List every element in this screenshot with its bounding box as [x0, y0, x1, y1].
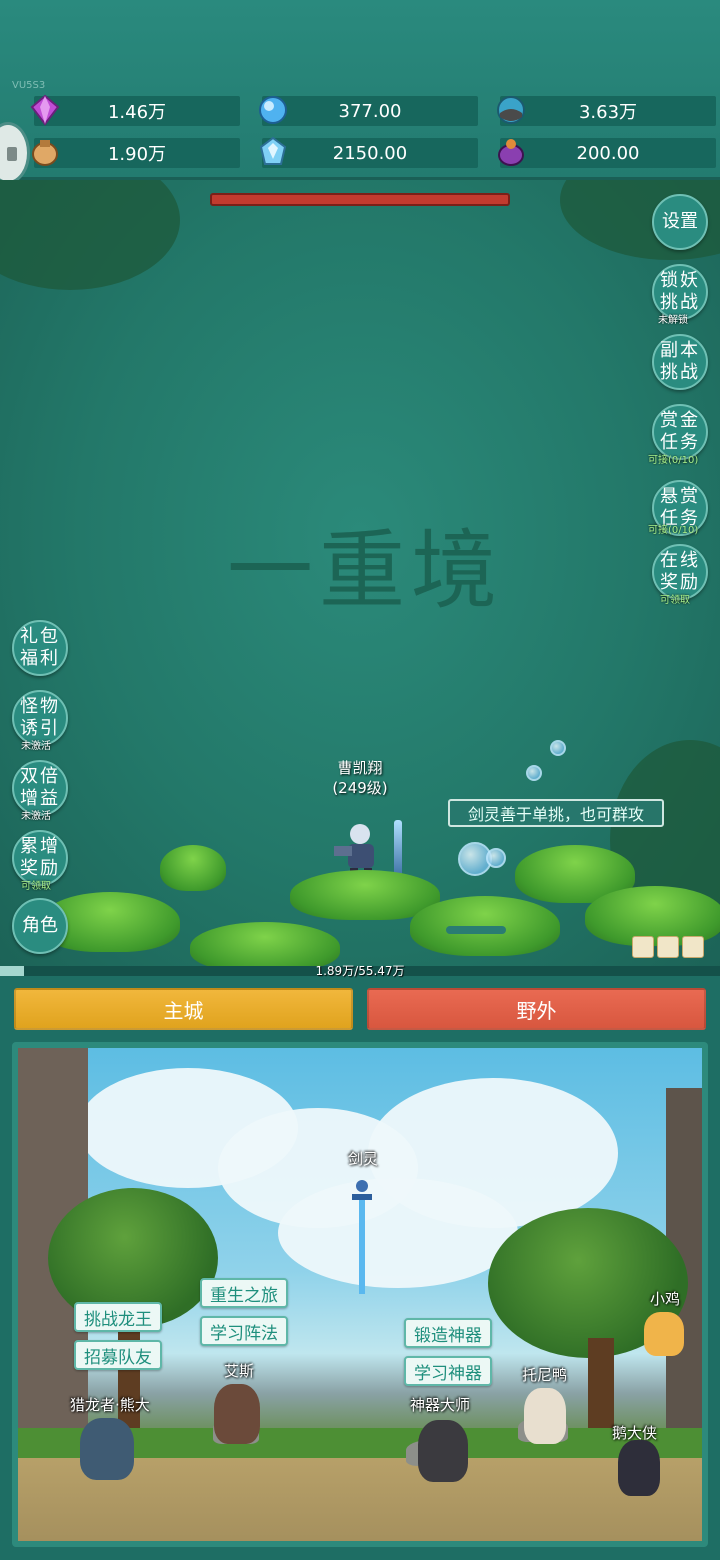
foliage: [0, 180, 180, 290]
speaker-icon[interactable]: [0, 122, 30, 184]
bush: [160, 845, 226, 891]
bubble: [526, 765, 542, 781]
resource-bar: VU5S3 1.46万 377.00 3.63万 1.90万 2150.00 2…: [0, 0, 720, 184]
purple-gem-icon: [30, 94, 60, 126]
button-status: 可领取: [21, 881, 51, 892]
button-label: 在线奖励: [660, 550, 700, 593]
buff-icon[interactable]: [682, 936, 704, 958]
button-label: 累增奖励: [20, 836, 60, 879]
resource-value: 1.90万: [107, 144, 167, 165]
artifact-master-npc[interactable]: [418, 1420, 468, 1482]
gift-pack-button[interactable]: 礼包福利: [12, 620, 68, 676]
rebirth-journey-button[interactable]: 重生之旅: [200, 1278, 288, 1308]
hero-name: 曹凯翔: [337, 759, 383, 777]
button-status: 未激活: [21, 741, 51, 752]
resource-crystal: 377.00: [259, 96, 478, 126]
button-label: 怪物诱引: [20, 696, 60, 739]
resource-orb: 3.63万: [497, 96, 716, 126]
boss-hp-bar: [210, 193, 510, 206]
resource-ice: 2150.00: [259, 136, 478, 168]
version-label: VU5S3: [12, 80, 46, 91]
cloud: [278, 1178, 518, 1288]
xp-text: 1.89万/55.47万: [315, 964, 405, 978]
resource-value: 2150.00: [332, 142, 408, 164]
button-label: 角色: [22, 915, 58, 936]
dragon-hunter-npc[interactable]: [80, 1418, 134, 1480]
sword-spirit-speech: 剑灵善于单挑，也可群攻: [448, 799, 664, 827]
buff-icon[interactable]: [657, 936, 679, 958]
settings-button[interactable]: 设置: [652, 194, 708, 250]
resource-pot: 200.00: [498, 138, 716, 168]
button-label: 设置: [662, 211, 698, 232]
monster-hp-bar: [446, 926, 506, 934]
npc-label-artifact-master: 神器大师: [410, 1396, 471, 1414]
resource-value: 1.46万: [107, 102, 167, 123]
button-label: 锁妖挑战: [660, 270, 700, 313]
chick-npc[interactable]: [644, 1312, 684, 1356]
resource-pouch: 1.90万: [32, 138, 240, 168]
resource-value: 200.00: [576, 142, 640, 164]
tab-wilderness[interactable]: 野外: [367, 988, 706, 1030]
challenge-dragon-king-button[interactable]: 挑战龙王: [74, 1302, 162, 1332]
forge-artifact-button[interactable]: 锻造神器: [404, 1318, 492, 1348]
hero-nameplate: 曹凯翔 (249级): [318, 758, 402, 798]
button-status: 未解锁: [658, 315, 688, 326]
sword-spirit-npc[interactable]: [350, 1178, 374, 1298]
realm-title: 一重境: [227, 521, 503, 621]
buff-icon[interactable]: [632, 936, 654, 958]
button-status: 可接(0/10): [648, 455, 699, 466]
button-label: 赏金任务: [660, 410, 700, 453]
bubble: [550, 740, 566, 756]
button-label: 双倍增益: [20, 766, 60, 809]
recruit-teammates-button[interactable]: 招募队友: [74, 1340, 162, 1370]
learn-artifact-button[interactable]: 学习神器: [404, 1356, 492, 1386]
seed-pouch-icon: [32, 140, 58, 166]
ais-npc[interactable]: [214, 1384, 260, 1444]
character-button[interactable]: 角色: [12, 898, 68, 954]
button-status: 未激活: [21, 811, 51, 822]
tab-main-city[interactable]: 主城: [14, 988, 353, 1030]
resource-value: 3.63万: [578, 102, 638, 123]
hero-level: (249级): [332, 779, 388, 797]
npc-label-sword-spirit: 剑灵: [348, 1150, 379, 1168]
blue-crystal-icon: [259, 96, 287, 124]
bubble: [486, 848, 506, 868]
button-status: 可接(0/10): [648, 525, 699, 536]
resource-value: 377.00: [338, 100, 402, 122]
world-orb-icon: [497, 96, 525, 124]
resource-gem: 1.46万: [30, 94, 240, 126]
learn-formation-button[interactable]: 学习阵法: [200, 1316, 288, 1346]
goose-hero-npc[interactable]: [618, 1440, 660, 1496]
dungeon-challenge-button[interactable]: 副本挑战: [652, 334, 708, 390]
npc-label-dragon-hunter: 猎龙者·熊大: [70, 1396, 150, 1414]
battle-scene: 一重境 曹凯翔 (249级) 剑灵善于单挑，也可群攻 设置 锁妖挑战 未解锁 副…: [0, 180, 720, 968]
button-label: 副本挑战: [660, 340, 700, 383]
town-scene: 剑灵 挑战龙王 招募队友 重生之旅 学习阵法 锻造神器 学习神器 猎龙者·熊大 …: [12, 1042, 708, 1547]
button-label: 礼包福利: [20, 626, 60, 669]
npc-label-tony-duck: 托尼鸭: [522, 1366, 568, 1384]
button-status: 可领取: [660, 595, 690, 606]
buff-icons: [632, 936, 704, 958]
sword-spirit: [394, 820, 402, 878]
magic-pot-icon: [498, 139, 524, 166]
npc-label-chick: 小鸡: [650, 1290, 681, 1308]
npc-label-ais: 艾斯: [224, 1362, 255, 1380]
tony-duck-npc[interactable]: [524, 1388, 566, 1444]
ice-crystal-icon: [259, 136, 287, 165]
